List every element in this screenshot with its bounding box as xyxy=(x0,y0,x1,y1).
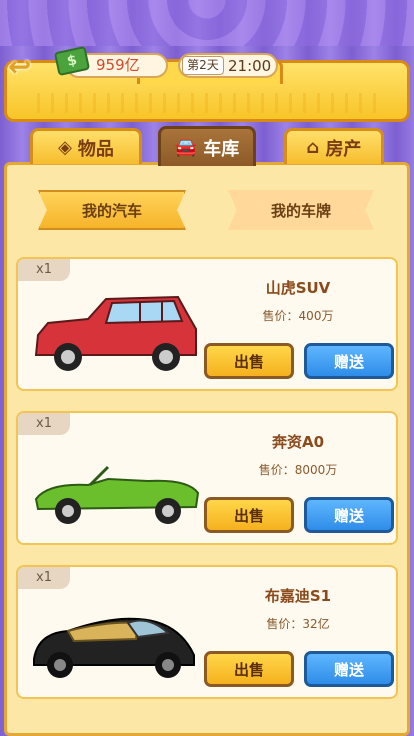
gift-button[interactable]: 赠送 xyxy=(304,497,394,533)
car-icon: 🚘 xyxy=(174,137,198,158)
money-value: 959亿 xyxy=(96,56,140,74)
subtab-my-cars[interactable]: 我的汽车 xyxy=(38,190,186,230)
car-price: 售价：400万 xyxy=(262,309,334,323)
tab-items[interactable]: ◈ 物品 xyxy=(30,128,142,164)
gift-button[interactable]: 赠送 xyxy=(304,343,394,379)
quantity-badge: x1 xyxy=(18,567,70,589)
car-price: 售价：32亿 xyxy=(266,617,330,631)
day-badge: 第2天 xyxy=(182,56,224,75)
clock-time: 21:00 xyxy=(228,57,272,75)
tab-label: 车库 xyxy=(203,138,240,160)
curtain-valance xyxy=(0,0,414,46)
tab-label: 物品 xyxy=(77,138,114,160)
car-name: 奔资A0 xyxy=(271,433,325,451)
sell-button[interactable]: 出售 xyxy=(204,343,294,379)
car-card: x1 布嘉迪S1 售价：32亿 出售 赠送 xyxy=(16,565,398,699)
quantity-badge: x1 xyxy=(18,259,70,281)
gift-button[interactable]: 赠送 xyxy=(304,651,394,687)
car-name: 布嘉迪S1 xyxy=(264,587,332,605)
car-card: x1 山虎SUV 售价：400万 出售 赠送 xyxy=(16,257,398,391)
classic-car-image xyxy=(33,617,195,678)
suv-car-image xyxy=(34,295,197,371)
tab-property[interactable]: ⌂ 房产 xyxy=(284,128,384,164)
car-name: 山虎SUV xyxy=(265,279,331,297)
diamond-icon: ◈ xyxy=(58,137,72,158)
car-card: x1 奔资A0 售价：8000万 出售 赠送 xyxy=(16,411,398,545)
tab-garage[interactable]: 🚘 车库 xyxy=(158,126,256,166)
header-stripes xyxy=(37,93,377,113)
house-icon: ⌂ xyxy=(306,137,320,158)
car-price: 售价：8000万 xyxy=(258,463,338,477)
sell-button[interactable]: 出售 xyxy=(204,651,294,687)
convertible-car-image xyxy=(34,465,200,524)
quantity-badge: x1 xyxy=(18,413,70,435)
back-arrow-icon[interactable]: ↩ xyxy=(8,53,44,81)
tab-label: 房产 xyxy=(325,138,362,160)
subtab-my-plates[interactable]: 我的车牌 xyxy=(228,190,374,230)
sell-button[interactable]: 出售 xyxy=(204,497,294,533)
